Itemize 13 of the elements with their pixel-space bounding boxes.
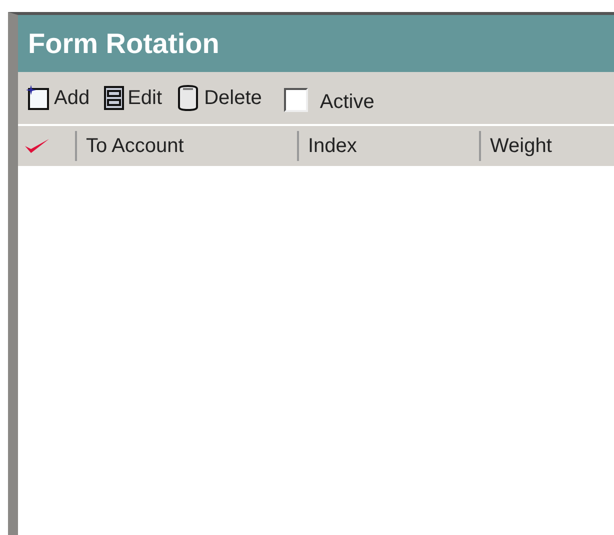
checkbox-label: Active bbox=[320, 90, 374, 114]
column-header[interactable]: To Account bbox=[75, 131, 297, 161]
form-icon bbox=[104, 86, 124, 110]
trash-can-icon bbox=[176, 85, 200, 111]
checkmark-icon bbox=[24, 137, 50, 155]
column-header[interactable]: Weight bbox=[479, 131, 614, 161]
new-page-icon bbox=[26, 85, 50, 111]
panel-title: Form Rotation bbox=[28, 28, 220, 59]
add-button[interactable]: Add bbox=[26, 85, 90, 111]
edit-button[interactable]: Edit bbox=[104, 86, 162, 110]
checkbox[interactable] bbox=[284, 88, 308, 112]
delete-button[interactable]: Delete bbox=[176, 85, 262, 111]
column-header[interactable]: Index bbox=[297, 131, 479, 161]
